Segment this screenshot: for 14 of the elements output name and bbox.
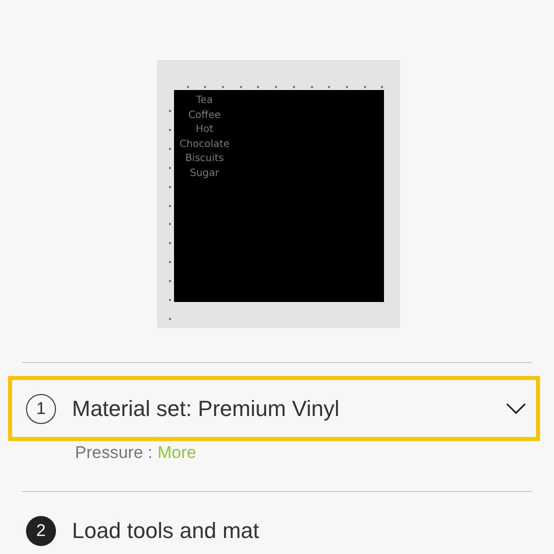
design-text: Chocolate bbox=[179, 138, 230, 152]
design-text: Biscuits bbox=[185, 152, 224, 166]
step-number: 2 bbox=[26, 516, 56, 546]
step-number: 1 bbox=[26, 394, 56, 424]
step-header[interactable]: 2 Load tools and mat bbox=[8, 498, 540, 554]
design-text: Coffee bbox=[188, 108, 221, 123]
chevron-down-icon[interactable] bbox=[506, 402, 526, 414]
step-title: Load tools and mat bbox=[72, 518, 260, 544]
detail-label: Pressure : bbox=[75, 443, 152, 464]
design-text: Hot bbox=[196, 123, 214, 138]
design-text: Tea bbox=[196, 94, 213, 108]
step-header[interactable]: 1 Material set: Premium Vinyl bbox=[8, 376, 540, 441]
step-title: Material set: Premium Vinyl bbox=[72, 396, 340, 422]
design-text: Sugar bbox=[190, 166, 220, 181]
